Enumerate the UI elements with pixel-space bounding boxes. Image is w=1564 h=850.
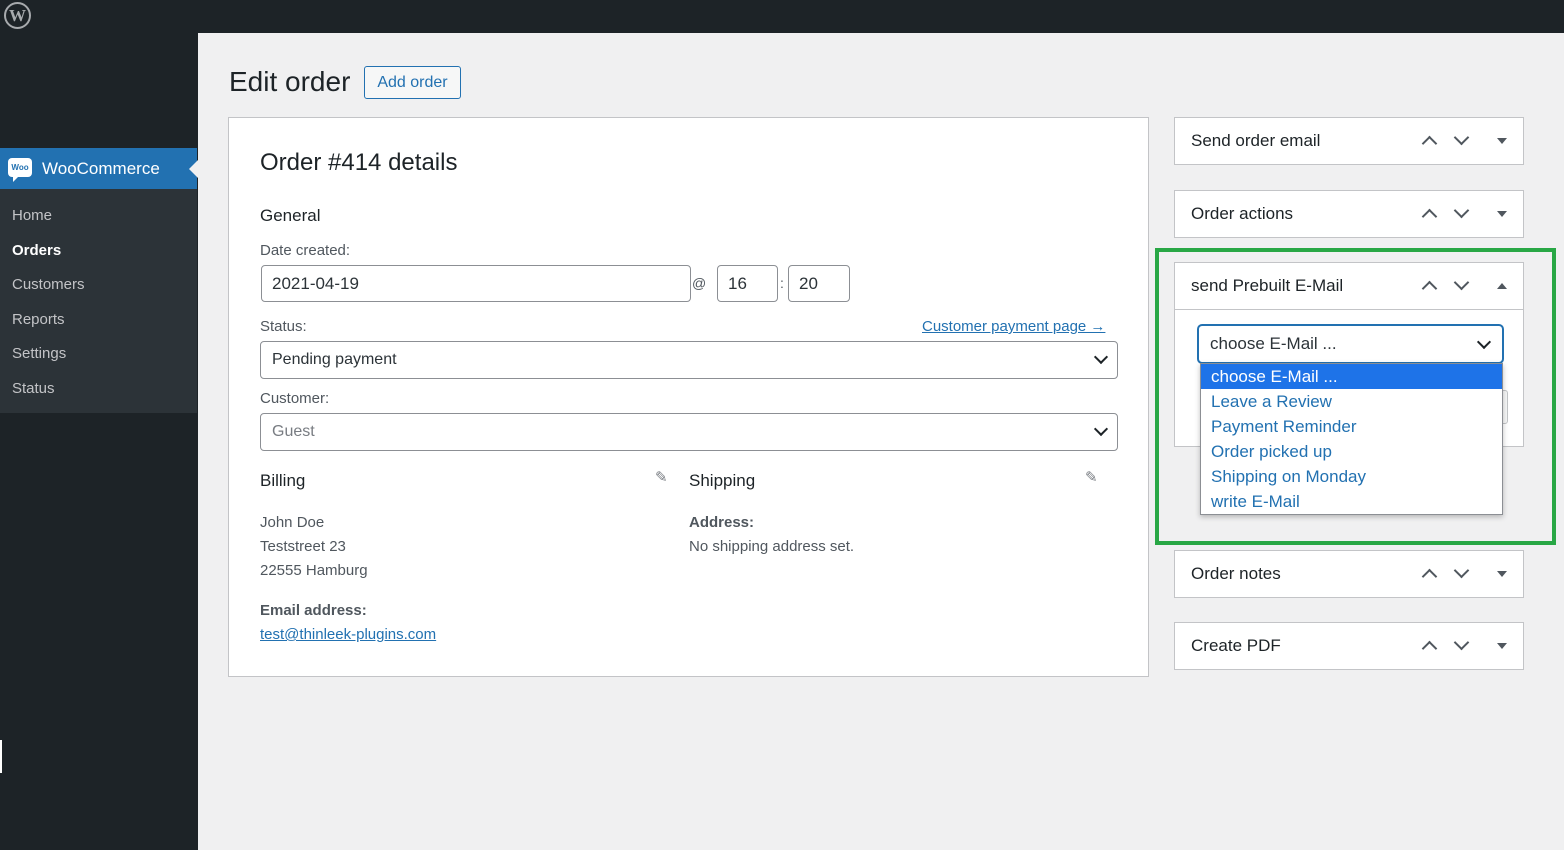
edit-shipping-pencil-icon[interactable]: ✎ (1085, 468, 1098, 486)
billing-name: John Doe (260, 514, 325, 531)
status-select[interactable]: Pending payment (260, 341, 1118, 379)
create-pdf-header[interactable]: Create PDF (1175, 623, 1523, 669)
edit-billing-pencil-icon[interactable]: ✎ (655, 468, 668, 486)
date-created-input[interactable]: 2021-04-19 (261, 265, 691, 302)
shipping-address-label: Address: (689, 514, 755, 531)
shipping-heading: Shipping (689, 471, 756, 490)
page-title: Edit order (229, 66, 351, 97)
woocommerce-icon: Woo (8, 158, 32, 182)
move-down-icon[interactable] (1453, 634, 1470, 651)
toggle-arrow-icon[interactable] (1497, 571, 1507, 577)
move-down-icon[interactable] (1453, 562, 1470, 579)
admin-sidebar: Woo WooCommerce Home Orders Customers Re… (0, 33, 198, 850)
date-created-label: Date created: (260, 242, 351, 259)
chevron-down-icon (1093, 349, 1109, 365)
add-order-button[interactable]: Add order (364, 66, 461, 99)
toggle-arrow-icon[interactable] (1497, 138, 1507, 144)
move-down-icon[interactable] (1453, 202, 1470, 219)
order-actions-box: Order actions (1174, 190, 1524, 238)
order-notes-box: Order notes (1174, 550, 1524, 598)
wordpress-icon[interactable]: W (4, 2, 31, 29)
window-edge (0, 740, 2, 773)
time-separator: : (780, 275, 784, 291)
customer-select[interactable]: Guest (260, 413, 1118, 451)
toggle-arrow-icon[interactable] (1497, 211, 1507, 217)
move-up-icon[interactable] (1421, 568, 1438, 585)
minute-input[interactable]: 20 (788, 265, 850, 302)
billing-heading: Billing (260, 471, 306, 490)
submenu-item-orders[interactable]: Orders (0, 234, 197, 269)
general-heading: General (260, 206, 321, 225)
submenu-item-reports[interactable]: Reports (0, 303, 197, 338)
toggle-arrow-icon[interactable] (1497, 643, 1507, 649)
highlight-frame (1155, 248, 1556, 545)
email-address-label: Email address: (260, 602, 367, 619)
admin-bar: W (0, 0, 1564, 33)
sidebar-item-label: WooCommerce (42, 159, 160, 178)
submenu-item-status[interactable]: Status (0, 372, 197, 407)
status-select-value: Pending payment (272, 351, 397, 368)
sidebar-item-woocommerce[interactable]: Woo WooCommerce (0, 148, 198, 189)
create-pdf-box: Create PDF (1174, 622, 1524, 670)
move-up-icon[interactable] (1421, 208, 1438, 225)
move-down-icon[interactable] (1453, 129, 1470, 146)
box-title: Send order email (1191, 131, 1321, 150)
send-order-email-box: Send order email (1174, 117, 1524, 165)
billing-email-link[interactable]: test@thinleek-plugins.com (260, 626, 436, 643)
order-notes-header[interactable]: Order notes (1175, 551, 1523, 597)
submenu-item-settings[interactable]: Settings (0, 337, 197, 372)
submenu-item-customers[interactable]: Customers (0, 268, 197, 303)
woocommerce-submenu: Home Orders Customers Reports Settings S… (0, 189, 197, 413)
order-actions-header[interactable]: Order actions (1175, 191, 1523, 237)
submenu-item-home[interactable]: Home (0, 199, 197, 234)
send-order-email-header[interactable]: Send order email (1175, 118, 1523, 164)
order-title: Order #414 details (260, 149, 458, 176)
status-label: Status: (260, 318, 307, 335)
customer-label: Customer: (260, 390, 330, 407)
box-title: Order notes (1191, 564, 1281, 583)
customer-payment-page-link[interactable]: Customer payment page → (922, 318, 1105, 335)
box-title: Order actions (1191, 204, 1294, 223)
chevron-down-icon (1093, 421, 1109, 437)
billing-city: 22555 Hamburg (260, 562, 368, 579)
customer-select-value: Guest (272, 423, 315, 440)
box-title: Create PDF (1191, 636, 1281, 655)
order-details-panel: Order #414 details General Date created:… (228, 117, 1149, 677)
hour-input[interactable]: 16 (717, 265, 778, 302)
at-separator: @ (692, 275, 707, 291)
move-up-icon[interactable] (1421, 135, 1438, 152)
move-up-icon[interactable] (1421, 640, 1438, 657)
billing-street: Teststreet 23 (260, 538, 346, 555)
shipping-address-value: No shipping address set. (689, 538, 855, 555)
